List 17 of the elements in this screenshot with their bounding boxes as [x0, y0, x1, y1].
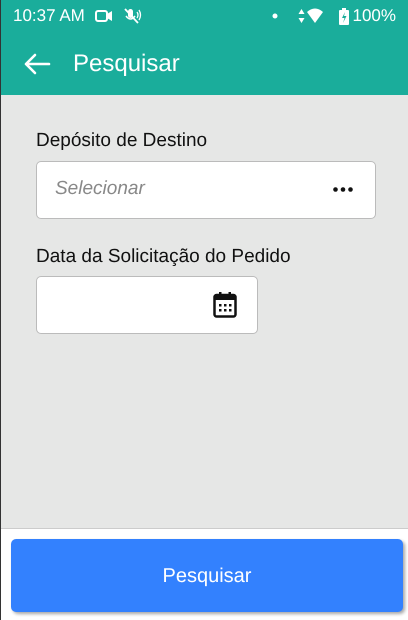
search-button[interactable]: Pesquisar [11, 539, 403, 612]
data-arrows-icon [298, 8, 305, 24]
field-label: Depósito de Destino [36, 129, 208, 153]
muted-microphone-icon [122, 7, 143, 25]
back-arrow-icon[interactable] [23, 52, 51, 74]
notification-dot-icon [272, 13, 278, 19]
battery-charging-icon [338, 8, 349, 24]
date-field[interactable] [36, 276, 258, 334]
status-time: 10:37 AM [13, 5, 85, 28]
screen-title: Pesquisar [73, 48, 180, 78]
video-camera-icon [94, 9, 113, 23]
calendar-icon [213, 292, 237, 318]
field-label: Data da Solicitação do Pedido [36, 244, 292, 268]
more-icon [333, 187, 353, 192]
select-field[interactable]: Selecionar [36, 160, 376, 218]
battery-percentage: 100% [352, 5, 396, 28]
placeholder-text: Selecionar [55, 177, 146, 202]
